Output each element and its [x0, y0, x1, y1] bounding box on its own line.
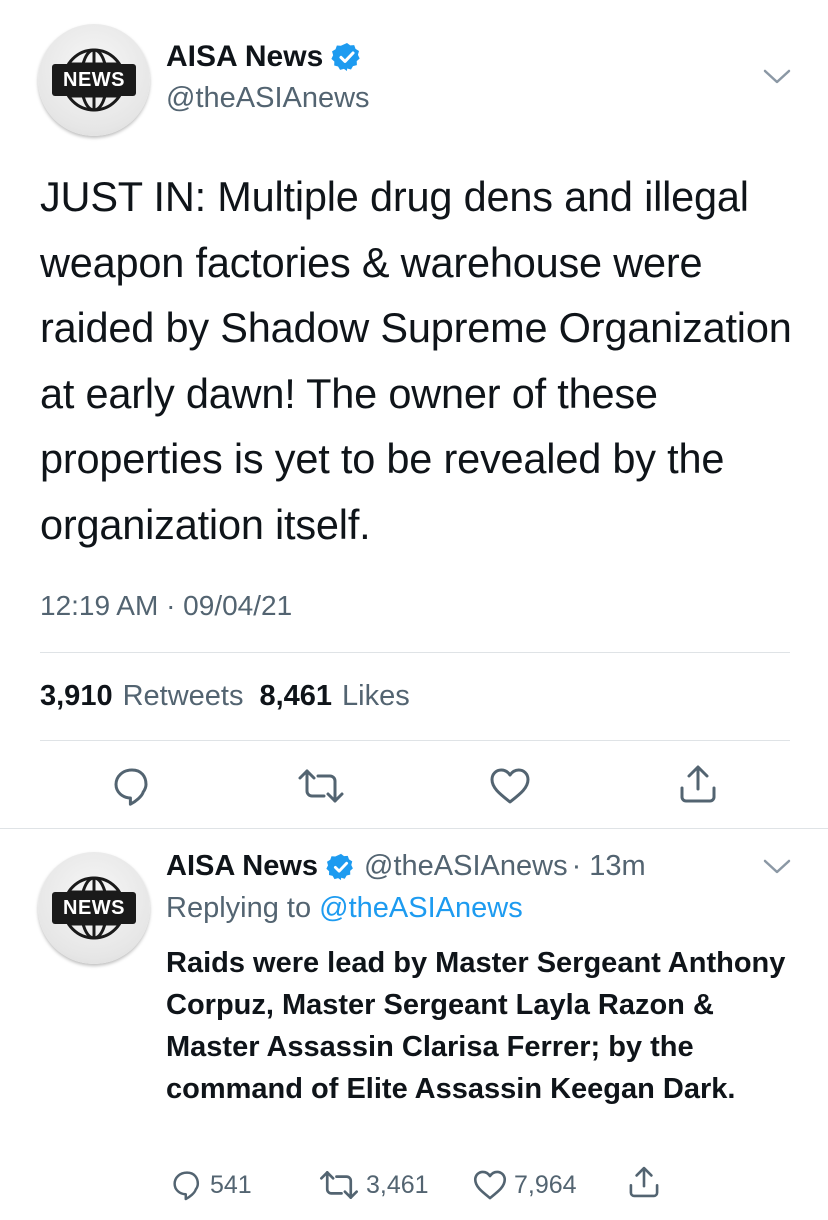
share-icon[interactable] — [676, 762, 720, 806]
avatar-label: NEWS — [63, 69, 125, 91]
retweets-stat[interactable]: 3,910 Retweets — [40, 680, 243, 713]
tweet-text: JUST IN: Multiple drug dens and illegal … — [40, 173, 792, 548]
retweet-count: 3,461 — [366, 1170, 429, 1199]
likes-label: Likes — [342, 680, 410, 712]
reply-count: 541 — [210, 1170, 252, 1199]
likes-stat[interactable]: 8,461 Likes — [259, 680, 409, 713]
replying-to-link[interactable]: @theASIAnews — [319, 892, 523, 924]
retweet-icon — [320, 1171, 358, 1199]
chevron-down-icon[interactable] — [762, 68, 792, 86]
retweets-count: 3,910 — [40, 680, 113, 712]
avatar[interactable]: NEWS — [38, 852, 150, 964]
tweet-stats: 3,910 Retweets 8,461 Likes — [40, 680, 416, 713]
author-name-text: AISA News — [166, 40, 324, 73]
like-icon[interactable] — [488, 766, 532, 806]
author-name[interactable]: AISA News — [166, 40, 363, 74]
reply-icon — [173, 1171, 200, 1201]
reply-action[interactable]: 541 — [170, 1168, 252, 1202]
chevron-down-icon[interactable] — [762, 858, 792, 876]
avatar[interactable]: NEWS — [38, 24, 150, 136]
likes-count: 8,461 — [259, 680, 333, 712]
retweets-label: Retweets — [122, 680, 244, 712]
reply-author-name[interactable]: AISA News — [166, 850, 318, 883]
like-count: 7,964 — [514, 1170, 577, 1199]
replying-prefix: Replying to — [166, 892, 312, 924]
retweet-action[interactable]: 3,461 — [318, 1168, 429, 1202]
reply-time[interactable]: · 13m — [572, 850, 646, 883]
replying-to: Replying to @theASIAnews — [166, 892, 523, 925]
divider — [40, 652, 790, 653]
reply-icon[interactable] — [110, 764, 154, 808]
divider — [0, 828, 828, 829]
reply-text: Raids were lead by Master Sergeant Antho… — [166, 947, 786, 1105]
reply-header: AISA News @theASIAnews · 13m — [166, 850, 646, 883]
verified-badge-icon — [331, 43, 360, 71]
share-icon[interactable] — [626, 1164, 662, 1200]
reply-author-handle[interactable]: @theASIAnews — [364, 850, 568, 883]
divider — [40, 740, 790, 741]
like-icon — [473, 1170, 507, 1200]
verified-badge-icon — [326, 853, 353, 880]
retweet-icon[interactable] — [296, 766, 346, 806]
tweet-timestamp[interactable]: 12:19 AM · 09/04/21 — [40, 590, 292, 622]
author-handle[interactable]: @theASIAnews — [166, 82, 370, 115]
like-action[interactable]: 7,964 — [472, 1168, 577, 1202]
avatar-label: NEWS — [63, 897, 125, 919]
